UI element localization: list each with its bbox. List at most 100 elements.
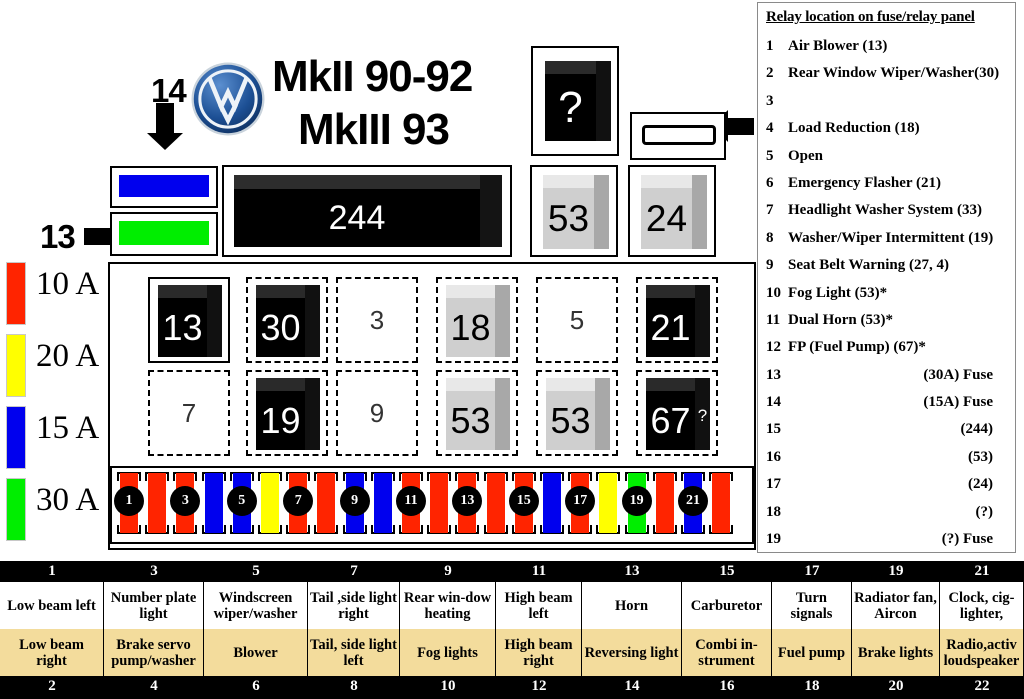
fuse-table-even-number-11: 22 xyxy=(974,678,990,694)
relay-13-side-face xyxy=(207,285,222,357)
relay-slot-4: 18 xyxy=(436,277,518,363)
fuse-table-odd-number-7: 13 xyxy=(624,563,640,579)
fuse-4[interactable] xyxy=(201,472,226,534)
relay-slot-1: 13 xyxy=(148,277,230,363)
fuse-table-even-label-2: Brake servo pump/washer xyxy=(104,629,204,676)
fuse-number-badge-17: 17 xyxy=(565,486,596,516)
relay-list-item-number: 16 xyxy=(766,448,781,465)
relay-list-item-text: (244) xyxy=(960,421,994,438)
fuse-table-even-number-1: 2 xyxy=(48,678,56,694)
relay-list-item-text: Air Blower (13) xyxy=(788,38,888,54)
fuse-20[interactable] xyxy=(652,472,677,534)
relay-list-item-number: 1 xyxy=(766,38,774,54)
fuse-table-even-number-5: 10 xyxy=(440,678,456,694)
relay-slot-5-label: 5 xyxy=(569,304,585,335)
relay-53-upper-top-face xyxy=(543,175,594,188)
relay-53-a: 53 xyxy=(446,378,510,450)
relay-67: 67 ? xyxy=(646,378,710,450)
fuse-14[interactable] xyxy=(483,472,508,534)
relay-list-item-7: 7 Headlight Washer System (33) xyxy=(766,199,1011,226)
arrow-right-icon xyxy=(84,220,126,252)
fuse-table-odd-number-9: 17 xyxy=(804,563,820,579)
fuse-table-even-label-9: Fuel pump xyxy=(772,629,852,676)
relay-list-item-number: 2 xyxy=(766,65,774,82)
relay-53-b-top-face xyxy=(546,378,595,391)
fuse-body xyxy=(148,473,167,533)
relay-244: 244 xyxy=(234,175,502,247)
relay-list-item-number: 5 xyxy=(766,147,774,164)
relay-21: 21 xyxy=(646,285,710,357)
relay-21-side-face xyxy=(695,285,710,357)
relay-list-item-4: 4 Load Reduction (18) xyxy=(766,117,1011,144)
fuse-number-badge-5: 5 xyxy=(226,486,257,516)
relay-list-item-text: Emergency Flasher (21) xyxy=(788,174,942,191)
fuse-table-odd-label-5: Rear win-dow heating xyxy=(400,582,496,629)
relay-list-title: Relay location on fuse/relay panel xyxy=(766,9,975,25)
fuse-table-even-number-10: 20 xyxy=(888,678,904,694)
legend-item-10a: 10 A xyxy=(0,258,104,330)
fuse-body xyxy=(430,473,449,533)
fuse-8[interactable] xyxy=(314,472,339,534)
fuse-2[interactable] xyxy=(145,472,170,534)
relay-list-rows: 1 Air Blower (13) 2 Rear Window Wiper/Washe… xyxy=(766,35,1011,555)
connector-block-13 xyxy=(110,212,218,256)
slot-bar-relay-244: 244 xyxy=(222,165,512,257)
relay-67-top-face xyxy=(646,378,695,391)
fuse-table-odd-number-3: 5 xyxy=(252,563,260,579)
fuse-table-odd-label-10: Radiator fan, Aircon xyxy=(852,582,940,629)
relay-53-b-side-face xyxy=(595,378,610,450)
fuse-table-even-label-8: Combi in-strument xyxy=(682,629,772,676)
fuse-table-odd-label-4: Tail ,side light right xyxy=(308,582,400,629)
relay-slot-8: 19 xyxy=(246,370,328,456)
fuse-table-even-number-7: 14 xyxy=(624,678,640,694)
relay-24-label: 24 xyxy=(641,188,692,249)
fuse-table-even-label-10: Brake lights xyxy=(852,629,940,676)
relay-list-item-17: 17 (24) xyxy=(766,473,1011,500)
relay-19-side-face xyxy=(305,378,320,450)
legend-item-20a: 20 A xyxy=(0,330,104,402)
title-line-1: MkII 90-92 xyxy=(272,52,473,101)
relay-list-item-text: Dual Horn (53)* xyxy=(788,311,893,328)
relay-unknown-top-face xyxy=(545,61,596,74)
relay-list-item-text: Washer/Wiper Intermittent (19) xyxy=(788,229,994,246)
relay-slot-11: 53 xyxy=(536,370,618,456)
relay-13: 13 xyxy=(158,285,222,357)
relay-21-label: 21 xyxy=(646,298,695,357)
fuse-table-odd-label-7: Horn xyxy=(582,582,682,629)
relay-list-item-3: 3 xyxy=(766,90,1011,117)
slot-fuse-link xyxy=(630,112,726,160)
relay-67-question-mark: ? xyxy=(697,406,708,425)
relay-24-side-face xyxy=(692,175,707,249)
relay-18-side-face xyxy=(495,285,510,357)
fuse-22[interactable] xyxy=(709,472,734,534)
fuse-table-odd-label-11: Clock, cig-lighter, xyxy=(940,582,1024,629)
relay-list-item-number: 14 xyxy=(766,394,781,411)
relay-53-upper-label: 53 xyxy=(543,188,594,249)
relay-list-item-14: 14 (15A) Fuse xyxy=(766,391,1011,418)
fuse-18[interactable] xyxy=(596,472,621,534)
slot-relay-24: 24 xyxy=(628,165,716,257)
slot-relay-53-upper: 53 xyxy=(530,165,618,257)
fuse-12[interactable] xyxy=(427,472,452,534)
legend-item-30a: 30 A xyxy=(0,474,104,546)
fuse-table-odd-label-9: Turn signals xyxy=(772,582,852,629)
relay-unknown-side-face xyxy=(596,61,611,141)
legend-swatch-15a xyxy=(6,406,26,469)
fuse-body xyxy=(486,473,505,533)
relay-24-top-face xyxy=(641,175,692,188)
legend-item-15a: 15 A xyxy=(0,402,104,474)
relay-list-item-text: Load Reduction (18) xyxy=(788,120,920,137)
table-row-even-numbers: 2 4 6 8 10 12 14 16 18 20 22 xyxy=(0,676,1024,697)
fuse-16[interactable] xyxy=(540,472,564,534)
relay-53-a-side-face xyxy=(495,378,510,450)
arrow-down-icon xyxy=(147,103,183,150)
relay-18-top-face xyxy=(446,285,495,298)
relay-13-top-face xyxy=(158,285,207,298)
relay-list-item-19: 19 (?) Fuse xyxy=(766,528,1011,555)
fuse-10[interactable] xyxy=(370,472,395,534)
fuse-6[interactable] xyxy=(258,472,282,534)
relay-53-b-label: 53 xyxy=(546,391,595,450)
relay-30-side-face xyxy=(305,285,320,357)
relay-slot-7: 7 xyxy=(148,370,230,456)
relay-slot-9: 9 xyxy=(336,370,418,456)
